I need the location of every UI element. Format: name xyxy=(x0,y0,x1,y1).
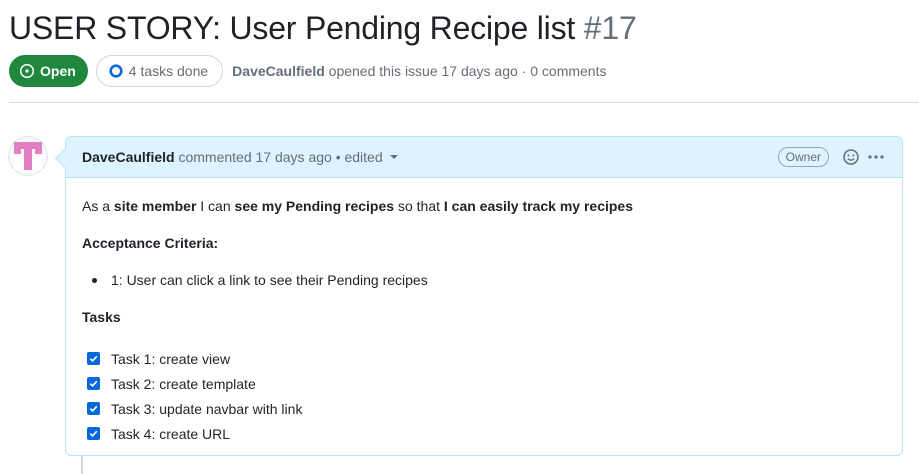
owner-badge: Owner xyxy=(777,147,829,167)
issue-number: #17 xyxy=(583,10,637,46)
criteria-list: 1: User can click a link to see their Pe… xyxy=(82,270,886,290)
story-bold-3: I can easily track my recipes xyxy=(443,198,633,214)
issue-state-label: Open xyxy=(40,63,76,79)
comment-meta[interactable]: commented 17 days ago • edited xyxy=(178,149,382,165)
story-text-2: I can xyxy=(196,198,235,214)
story-text-1: As a xyxy=(82,198,114,214)
caret-down-icon[interactable] xyxy=(389,155,398,159)
task-label: Task 3: update navbar with link xyxy=(111,400,303,417)
task-item: Task 2: create template xyxy=(82,371,886,396)
task-item: Task 3: update navbar with link xyxy=(82,396,886,421)
story-bold-2: see my Pending recipes xyxy=(234,198,395,214)
tasks-heading: Tasks xyxy=(82,309,121,325)
comment-author-link[interactable]: DaveCaulfield xyxy=(82,149,175,165)
user-story-text: As a site member I can see my Pending re… xyxy=(82,196,886,216)
task-label: Task 2: create template xyxy=(111,375,256,392)
checkbox-checked-icon[interactable] xyxy=(87,352,100,365)
tasks-progress-label: 4 tasks done xyxy=(128,63,209,79)
issue-meta-text: opened this issue 17 days ago · 0 commen… xyxy=(328,63,607,79)
issue-meta: DaveCaulfield opened this issue 17 days … xyxy=(232,63,606,79)
checkbox-checked-icon[interactable] xyxy=(87,427,100,440)
checkbox-checked-icon[interactable] xyxy=(87,402,100,415)
story-text-3: so that xyxy=(394,198,444,214)
issue-comment: DaveCaulfield commented 17 days ago • ed… xyxy=(65,136,903,456)
timeline-line xyxy=(81,456,83,474)
task-item: Task 4: create URL xyxy=(82,421,886,446)
criteria-heading: Acceptance Criteria: xyxy=(82,235,219,251)
kebab-horizontal-icon[interactable] xyxy=(867,148,885,166)
task-item: Task 1: create view xyxy=(82,346,886,371)
task-label: Task 1: create view xyxy=(111,350,231,367)
issue-title: USER STORY: User Pending Recipe list #17 xyxy=(9,6,637,50)
list-item: 1: User can click a link to see their Pe… xyxy=(82,270,886,290)
issue-opened-icon xyxy=(19,63,35,79)
task-list: Task 1: create view Task 2: create templ… xyxy=(82,346,886,446)
checkbox-checked-icon[interactable] xyxy=(87,377,100,390)
issue-title-text: USER STORY: User Pending Recipe list xyxy=(9,10,576,46)
comment-body: As a site member I can see my Pending re… xyxy=(66,178,902,446)
avatar-identicon xyxy=(14,142,42,170)
issue-state-badge: Open xyxy=(9,55,88,87)
progress-ring-icon xyxy=(109,64,123,78)
tasks-progress-pill[interactable]: 4 tasks done xyxy=(95,55,224,87)
avatar[interactable] xyxy=(8,136,48,176)
issue-meta-row: Open 4 tasks done DaveCaulfield opened t… xyxy=(9,55,606,87)
smiley-icon[interactable] xyxy=(842,148,860,166)
story-bold-1: site member xyxy=(113,198,197,214)
header-divider xyxy=(9,102,919,103)
task-label: Task 4: create URL xyxy=(111,425,231,442)
issue-author-link[interactable]: DaveCaulfield xyxy=(232,63,325,79)
comment-header: DaveCaulfield commented 17 days ago • ed… xyxy=(66,137,902,178)
